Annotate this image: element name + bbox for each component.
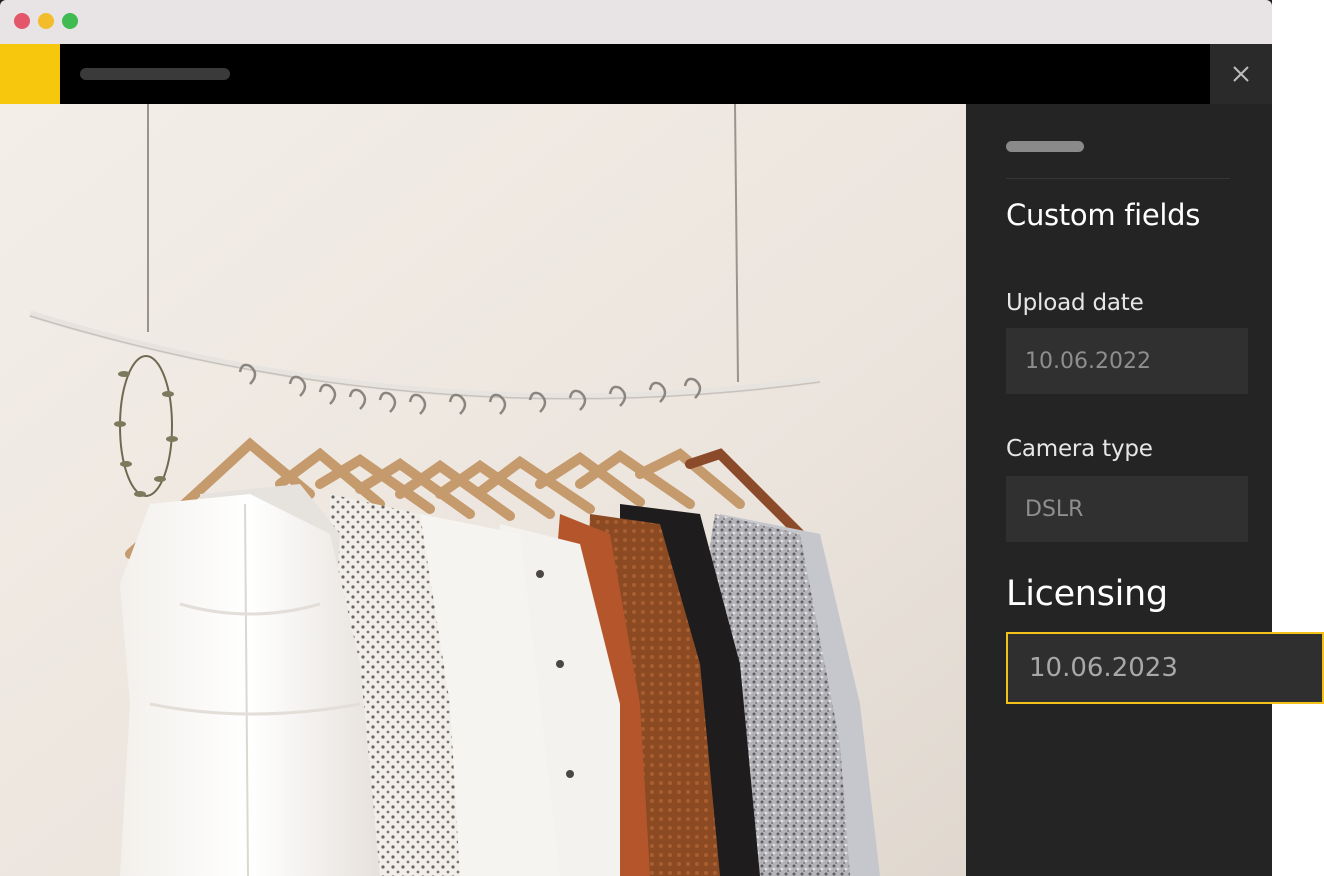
upload-date-label: Upload date — [1006, 290, 1144, 316]
title-placeholder — [80, 68, 230, 80]
licensing-date-field[interactable] — [1006, 632, 1324, 704]
window-minimize-control[interactable] — [38, 13, 54, 29]
window-titlebar — [0, 0, 1272, 44]
custom-fields-panel: Custom fields Upload date Camera type Li… — [966, 104, 1272, 876]
panel-drag-handle[interactable] — [1006, 141, 1084, 152]
camera-type-field[interactable] — [1006, 476, 1248, 542]
panel-divider — [1006, 178, 1230, 179]
brand-logo — [0, 44, 60, 104]
upload-date-field[interactable] — [1006, 328, 1248, 394]
camera-type-label: Camera type — [1006, 436, 1153, 462]
window-maximize-control[interactable] — [62, 13, 78, 29]
licensing-heading: Licensing — [1006, 574, 1168, 614]
app-header — [0, 44, 1210, 104]
asset-photo-preview — [0, 104, 966, 876]
close-button[interactable] — [1210, 44, 1272, 104]
panel-heading: Custom fields — [1006, 198, 1201, 232]
app-window: Custom fields Upload date Camera type Li… — [0, 0, 1324, 876]
close-icon — [1233, 66, 1249, 82]
clothes-rack-photo — [0, 104, 966, 876]
window-close-control[interactable] — [14, 13, 30, 29]
